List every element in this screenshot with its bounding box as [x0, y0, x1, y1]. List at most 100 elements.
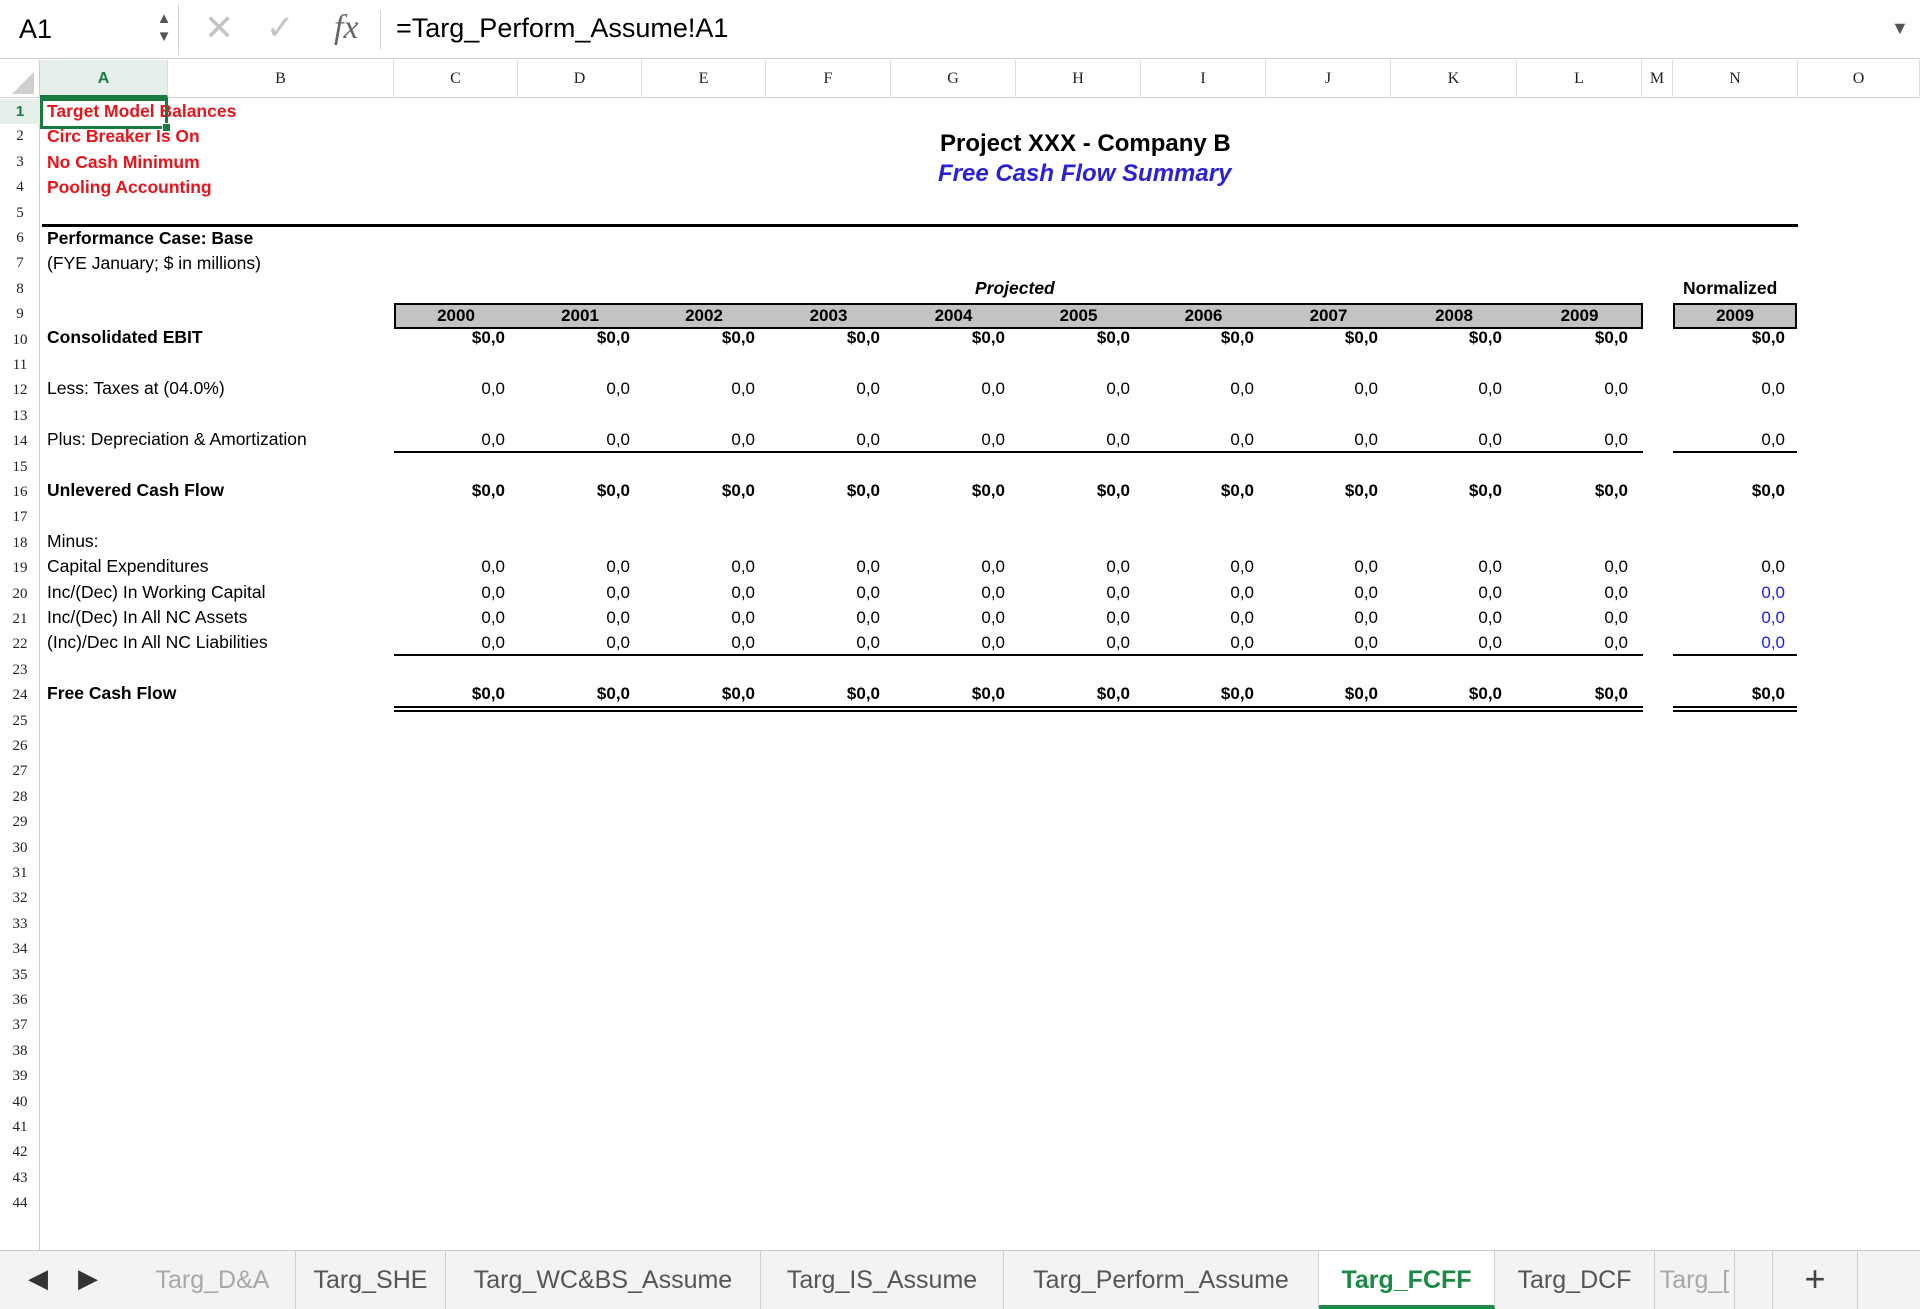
row-header-40[interactable]: 40	[0, 1090, 40, 1115]
column-header-n[interactable]: N	[1673, 60, 1798, 98]
row-header-35[interactable]: 35	[0, 963, 40, 988]
value-cell[interactable]: 0,0	[780, 376, 880, 401]
normalized-value-cell[interactable]: 0,0	[1685, 554, 1785, 579]
row-header-10[interactable]: 10	[0, 328, 40, 353]
value-cell[interactable]: $0,0	[1402, 325, 1502, 350]
value-cell[interactable]: $0,0	[405, 478, 505, 503]
row-header-22[interactable]: 22	[0, 632, 40, 657]
value-cell[interactable]: 0,0	[1402, 554, 1502, 579]
row-header-31[interactable]: 31	[0, 861, 40, 886]
value-cell[interactable]: 0,0	[530, 376, 630, 401]
value-cell[interactable]: 0,0	[1030, 605, 1130, 630]
row-header-36[interactable]: 36	[0, 988, 40, 1013]
value-cell[interactable]: 0,0	[530, 427, 630, 452]
value-cell[interactable]: 0,0	[905, 605, 1005, 630]
performance-case[interactable]: Performance Case: Base	[47, 226, 253, 251]
row-header-7[interactable]: 7	[0, 251, 40, 276]
flag-label[interactable]: No Cash Minimum	[47, 150, 200, 175]
sheet-tab-targ-fcff[interactable]: Targ_FCFF	[1319, 1251, 1495, 1309]
value-cell[interactable]: 0,0	[655, 605, 755, 630]
row-header-6[interactable]: 6	[0, 226, 40, 251]
sheet-tab-targ-is-assume[interactable]: Targ_IS_Assume	[761, 1251, 1004, 1309]
value-cell[interactable]: 0,0	[655, 554, 755, 579]
value-cell[interactable]: 0,0	[780, 605, 880, 630]
value-cell[interactable]: 0,0	[1402, 427, 1502, 452]
normalized-value-cell[interactable]: $0,0	[1685, 478, 1785, 503]
name-box-value[interactable]: A1	[19, 14, 52, 45]
value-cell[interactable]: $0,0	[655, 325, 755, 350]
value-cell[interactable]: 0,0	[905, 427, 1005, 452]
value-cell[interactable]: $0,0	[1154, 681, 1254, 706]
value-cell[interactable]: 0,0	[530, 605, 630, 630]
value-cell[interactable]: $0,0	[655, 681, 755, 706]
value-cell[interactable]: 0,0	[1030, 427, 1130, 452]
row-header-25[interactable]: 25	[0, 709, 40, 734]
row-header-42[interactable]: 42	[0, 1140, 40, 1165]
enter-check-icon[interactable]: ✓	[266, 6, 295, 50]
value-cell[interactable]: 0,0	[1154, 630, 1254, 655]
row-header-4[interactable]: 4	[0, 175, 40, 200]
value-cell[interactable]: 0,0	[1154, 554, 1254, 579]
line-item-label[interactable]: (Inc)/Dec In All NC Liabilities	[47, 630, 268, 655]
value-cell[interactable]: $0,0	[1278, 681, 1378, 706]
row-header-33[interactable]: 33	[0, 912, 40, 937]
column-header-h[interactable]: H	[1016, 60, 1141, 98]
line-item-label[interactable]: Inc/(Dec) In Working Capital	[47, 580, 266, 605]
value-cell[interactable]: $0,0	[1528, 478, 1628, 503]
row-header-18[interactable]: 18	[0, 531, 40, 556]
row-header-34[interactable]: 34	[0, 937, 40, 962]
line-item-label[interactable]: Inc/(Dec) In All NC Assets	[47, 605, 247, 630]
row-header-12[interactable]: 12	[0, 378, 40, 403]
value-cell[interactable]: 0,0	[905, 630, 1005, 655]
value-cell[interactable]: 0,0	[405, 376, 505, 401]
value-cell[interactable]: 0,0	[655, 630, 755, 655]
value-cell[interactable]: 0,0	[405, 554, 505, 579]
row-header-29[interactable]: 29	[0, 810, 40, 835]
line-item-label[interactable]: Unlevered Cash Flow	[47, 478, 224, 503]
row-header-28[interactable]: 28	[0, 785, 40, 810]
value-cell[interactable]: 0,0	[530, 580, 630, 605]
line-item-label[interactable]: Consolidated EBIT	[47, 325, 203, 350]
column-header-k[interactable]: K	[1391, 60, 1517, 98]
report-subtitle[interactable]: Free Cash Flow Summary	[938, 160, 1231, 188]
value-cell[interactable]: 0,0	[405, 427, 505, 452]
value-cell[interactable]: 0,0	[1030, 630, 1130, 655]
value-cell[interactable]: 0,0	[1528, 376, 1628, 401]
line-item-label[interactable]: Plus: Depreciation & Amortization	[47, 427, 307, 452]
value-cell[interactable]: 0,0	[1030, 376, 1130, 401]
value-cell[interactable]: 0,0	[1278, 630, 1378, 655]
formula-input[interactable]: =Targ_Perform_Assume!A1	[396, 11, 728, 45]
normalized-value-cell[interactable]: 0,0	[1685, 376, 1785, 401]
row-header-44[interactable]: 44	[0, 1191, 40, 1216]
column-header-l[interactable]: L	[1517, 60, 1642, 98]
column-header-e[interactable]: E	[642, 60, 766, 98]
row-header-1[interactable]: 1	[0, 99, 40, 125]
line-item-label[interactable]: Free Cash Flow	[47, 681, 176, 706]
value-cell[interactable]: $0,0	[905, 325, 1005, 350]
value-cell[interactable]: 0,0	[905, 580, 1005, 605]
normalized-label[interactable]: Normalized	[1683, 278, 1777, 299]
row-header-27[interactable]: 27	[0, 759, 40, 784]
name-box[interactable]: A1 ▲ ▼	[3, 4, 179, 55]
row-header-14[interactable]: 14	[0, 429, 40, 454]
value-cell[interactable]: 0,0	[405, 605, 505, 630]
value-cell[interactable]: 0,0	[780, 427, 880, 452]
flag-label[interactable]: Pooling Accounting	[47, 175, 212, 200]
row-header-17[interactable]: 17	[0, 505, 40, 530]
row-header-21[interactable]: 21	[0, 607, 40, 632]
insert-function-icon[interactable]: fx	[334, 6, 359, 50]
column-header-a[interactable]: A	[40, 60, 168, 98]
column-header-o[interactable]: O	[1798, 60, 1920, 98]
value-cell[interactable]: $0,0	[1030, 681, 1130, 706]
value-cell[interactable]: 0,0	[1528, 580, 1628, 605]
value-cell[interactable]: $0,0	[1030, 478, 1130, 503]
normalized-value-cell[interactable]: 0,0	[1685, 580, 1785, 605]
value-cell[interactable]: 0,0	[530, 630, 630, 655]
value-cell[interactable]: $0,0	[780, 681, 880, 706]
value-cell[interactable]: 0,0	[655, 427, 755, 452]
value-cell[interactable]: $0,0	[1154, 478, 1254, 503]
row-header-8[interactable]: 8	[0, 277, 40, 302]
row-header-23[interactable]: 23	[0, 658, 40, 683]
name-box-stepper-icon[interactable]: ▲ ▼	[153, 10, 175, 52]
normalized-value-cell[interactable]: 0,0	[1685, 427, 1785, 452]
